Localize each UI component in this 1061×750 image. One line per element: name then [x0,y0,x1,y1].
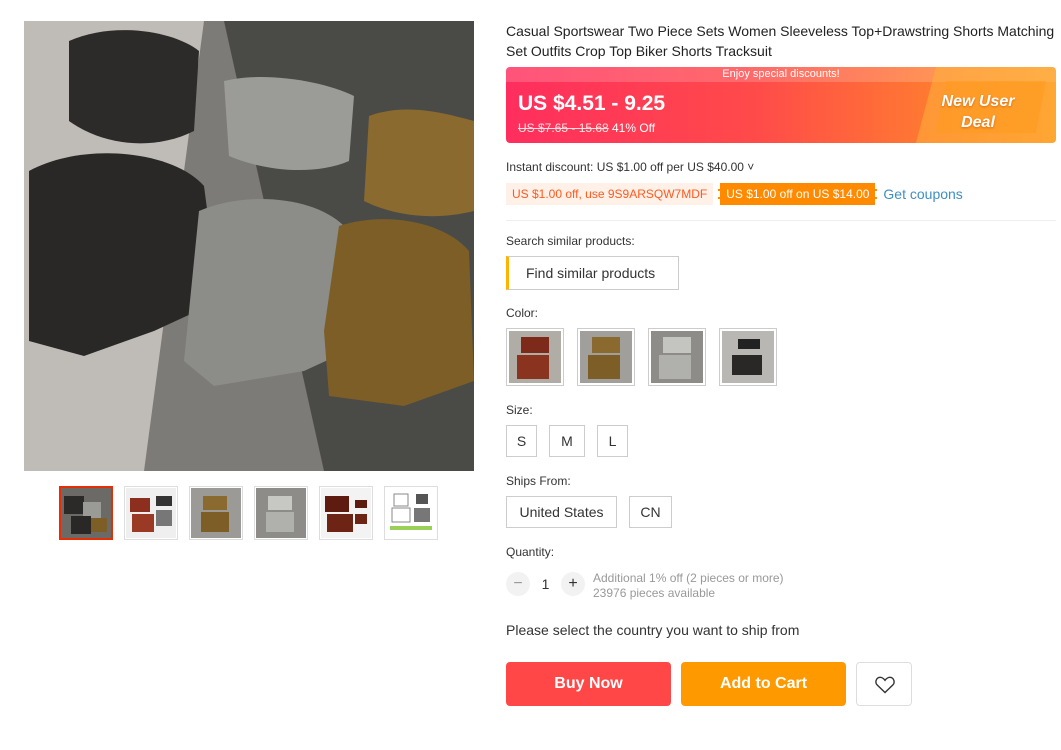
quantity-info: Additional 1% off (2 pieces or more) 239… [593,571,784,601]
quantity-stepper: − 1 + [506,572,585,596]
size-label: Size: [506,403,533,417]
size-option-l[interactable]: L [597,425,628,457]
new-user-deal[interactable]: New User Deal [918,91,1038,133]
code-coupon[interactable]: US $1.00 off, use 9S9ARSQW7MDF [506,183,714,205]
heart-icon [875,676,895,694]
stock-available-text: 23976 pieces available [593,586,716,600]
new-user-label: New User [941,93,1015,110]
color-option-khaki[interactable] [577,328,635,386]
ships-from-united-states[interactable]: United States [506,496,617,528]
divider [506,220,1056,221]
color-label: Color: [506,306,539,320]
thumbnail-4[interactable] [254,486,308,540]
size-option-s[interactable]: S [506,425,537,457]
thumbnail-5[interactable] [319,486,373,540]
thumbnail-1[interactable] [59,486,113,540]
ships-from-cn[interactable]: CN [629,496,672,528]
color-option-black[interactable] [719,328,777,386]
price-banner: Enjoy special discounts! US $4.51 - 9.25… [506,67,1056,143]
thumbnail-6[interactable] [384,486,438,540]
thumbnail-2[interactable] [124,486,178,540]
quantity-value[interactable]: 1 [530,576,561,592]
discount-percent: 41% Off [612,121,656,135]
size-option-m[interactable]: M [549,425,585,457]
similar-label: Search similar products: [506,234,635,248]
product-title: Casual Sportswear Two Piece Sets Women S… [506,23,1055,59]
quantity-label: Quantity: [506,545,555,559]
store-coupon[interactable]: US $1.00 off on US $14.00 [718,183,878,205]
coupon-row: US $1.00 off, use 9S9ARSQW7MDF US $1.00 … [506,183,963,205]
wishlist-button[interactable] [856,662,912,706]
color-option-brown[interactable] [506,328,564,386]
original-price: US $7.65 - 15.68 [518,121,609,135]
buy-now-button[interactable]: Buy Now [506,662,671,706]
deal-label: Deal [961,114,995,131]
product-photo [24,21,474,471]
ship-country-message: Please select the country you want to sh… [506,622,800,638]
color-options [506,328,777,386]
ships-from-options: United States CN [506,496,672,528]
quantity-decrease-button[interactable]: − [506,572,530,596]
bulk-discount-text: Additional 1% off (2 pieces or more) [593,571,784,585]
thumbnail-strip [59,486,438,540]
instant-discount[interactable]: Instant discount: US $1.00 off per US $4… [506,160,754,174]
main-product-image[interactable] [24,21,474,471]
get-coupons-link[interactable]: Get coupons [883,186,962,202]
current-price: US $4.51 - 9.25 [518,92,666,115]
color-option-gray[interactable] [648,328,706,386]
find-similar-button[interactable]: Find similar products [506,256,679,290]
quantity-increase-button[interactable]: + [561,572,585,596]
size-options: S M L [506,425,628,457]
thumbnail-3[interactable] [189,486,243,540]
ships-from-label: Ships From: [506,474,571,488]
add-to-cart-button[interactable]: Add to Cart [681,662,846,706]
